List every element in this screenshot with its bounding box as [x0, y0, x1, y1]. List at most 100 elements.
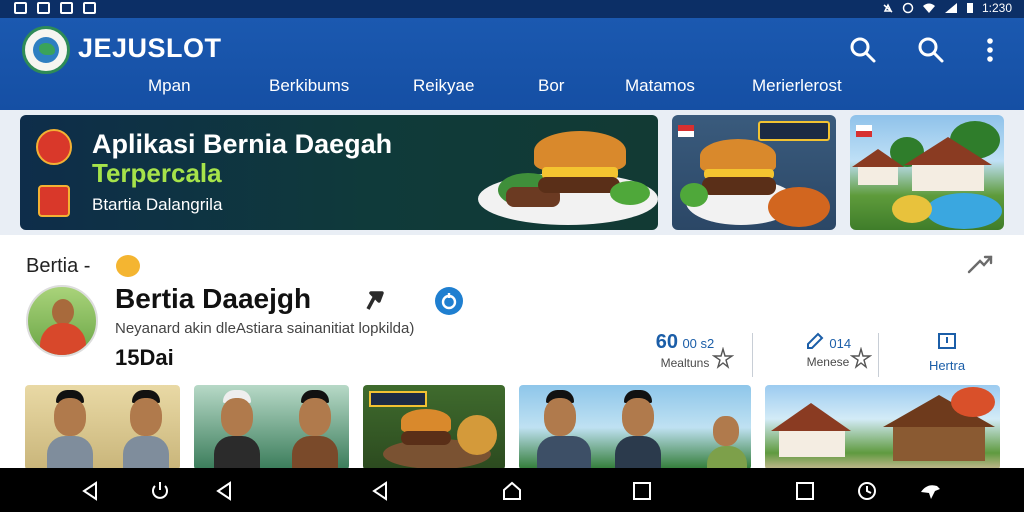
food-plate-image [892, 195, 932, 223]
signal-icon [944, 3, 957, 13]
recents-icon[interactable] [794, 480, 816, 502]
fries-image [768, 187, 830, 227]
food-plate-image [926, 193, 1002, 229]
house-image [858, 167, 898, 185]
food-image [457, 415, 497, 455]
hero-title: Aplikasi Bernia Daegah [92, 129, 393, 159]
thumbnail-card[interactable] [765, 385, 1000, 470]
calendar-icon [938, 333, 956, 349]
thumbnail-card[interactable] [25, 385, 180, 470]
hero-tagline: Btartia Dalangrila [92, 195, 223, 214]
food-sign-image [758, 121, 830, 141]
power-icon[interactable] [149, 480, 171, 502]
flag-icon [678, 125, 694, 137]
house-image [912, 165, 984, 191]
stat-sub: 00 s2 [682, 336, 715, 351]
burger-bun-image [700, 139, 776, 173]
banner-card-house[interactable] [850, 115, 1004, 230]
bird-icon[interactable] [919, 480, 941, 502]
salad-image [610, 181, 650, 205]
salad-image [680, 183, 708, 207]
back-icon[interactable] [214, 480, 236, 502]
badge-icon [38, 185, 70, 217]
app-header: JEJUSLOT Mpan Berkibums Reikyae Bor Mata… [0, 18, 1024, 110]
banner-carousel: Aplikasi Bernia Daegah Terpercala Btarti… [0, 110, 1024, 235]
emoji-icon [116, 255, 140, 277]
avatar-face [52, 299, 74, 325]
star-icon [850, 347, 872, 369]
thumbnail-card[interactable] [519, 385, 751, 470]
burger-patty-image [702, 177, 776, 195]
status-system: 1:230 [882, 1, 1012, 15]
pin-icon[interactable] [362, 287, 388, 313]
star-icon [712, 347, 734, 369]
content-area: Bertia - Bertia Daaejgh Neyanard akin dl… [0, 235, 1024, 470]
notification-icon [37, 2, 50, 14]
profile-count: 15Dai [115, 345, 174, 370]
person-image [292, 390, 338, 470]
verified-mark-icon [441, 293, 457, 310]
nav-item[interactable]: Merierlerost [752, 76, 842, 96]
system-nav-bar [0, 468, 1024, 512]
person-image [123, 390, 169, 470]
burger-bun-image [534, 131, 626, 171]
avatar-body [40, 323, 86, 355]
alarm-icon [902, 2, 914, 14]
thumbnail-row [0, 385, 1024, 470]
notification-icon [14, 2, 27, 14]
nav-item[interactable]: Reikyae [413, 76, 474, 96]
house-roof-image [904, 137, 992, 165]
hero-banner[interactable]: Aplikasi Bernia Daegah Terpercala Btarti… [20, 115, 658, 230]
stat-value: 60 [655, 331, 678, 353]
top-navigation: Mpan Berkibums Reikyae Bor Matamos Merie… [0, 72, 1024, 102]
mute-icon [883, 3, 893, 13]
nav-item[interactable]: Berkibums [269, 76, 349, 96]
divider [878, 333, 879, 377]
nav-item[interactable]: Bor [538, 76, 564, 96]
back-icon[interactable] [80, 480, 102, 502]
section-title: Bertia - [26, 255, 91, 277]
burger-patty-image [401, 431, 451, 445]
food-sign-image [369, 391, 427, 407]
person-image [537, 390, 591, 470]
home-icon[interactable] [501, 480, 523, 502]
clock-icon[interactable] [856, 480, 878, 502]
person-image [707, 390, 747, 470]
house-image [779, 431, 845, 457]
share-icon[interactable] [966, 253, 994, 275]
stat-item[interactable]: Hertra [912, 331, 982, 373]
status-time: 1:230 [981, 1, 1012, 15]
brand-logo[interactable] [22, 26, 70, 74]
status-notifications [14, 2, 96, 14]
brand-name[interactable]: JEJUSLOT [78, 33, 222, 64]
battery-icon [966, 3, 973, 13]
profile-description: Neyanard akin dleAstiara sainanitiat lop… [115, 320, 415, 337]
nav-item[interactable]: Mpan [148, 76, 191, 96]
recents-icon[interactable] [631, 480, 653, 502]
burger-bun-image [401, 409, 451, 433]
nav-item[interactable]: Matamos [625, 76, 695, 96]
profile-name: Bertia Daaejgh [115, 283, 312, 314]
search-icon[interactable] [849, 36, 877, 64]
back-icon[interactable] [370, 480, 392, 502]
badge-icon [36, 129, 72, 165]
search-icon[interactable] [917, 36, 945, 64]
thumbnail-card[interactable] [363, 385, 505, 470]
burger-patty-image [538, 177, 620, 193]
wifi-icon [922, 3, 935, 13]
avatar[interactable] [26, 285, 98, 357]
banner-card-burger[interactable] [672, 115, 836, 230]
person-image [615, 390, 661, 470]
flower-image [951, 387, 995, 417]
house-roof-image [771, 403, 851, 431]
verified-icon [435, 287, 463, 315]
hero-subtitle: Terpercala [92, 158, 222, 188]
more-vertical-icon[interactable] [976, 36, 1004, 64]
thumbnail-card[interactable] [194, 385, 349, 470]
notification-icon [83, 2, 96, 14]
status-bar: 1:230 [0, 0, 1024, 18]
notification-icon [60, 2, 73, 14]
edit-icon [806, 332, 824, 349]
house-image [893, 427, 985, 461]
person-image [214, 390, 260, 470]
